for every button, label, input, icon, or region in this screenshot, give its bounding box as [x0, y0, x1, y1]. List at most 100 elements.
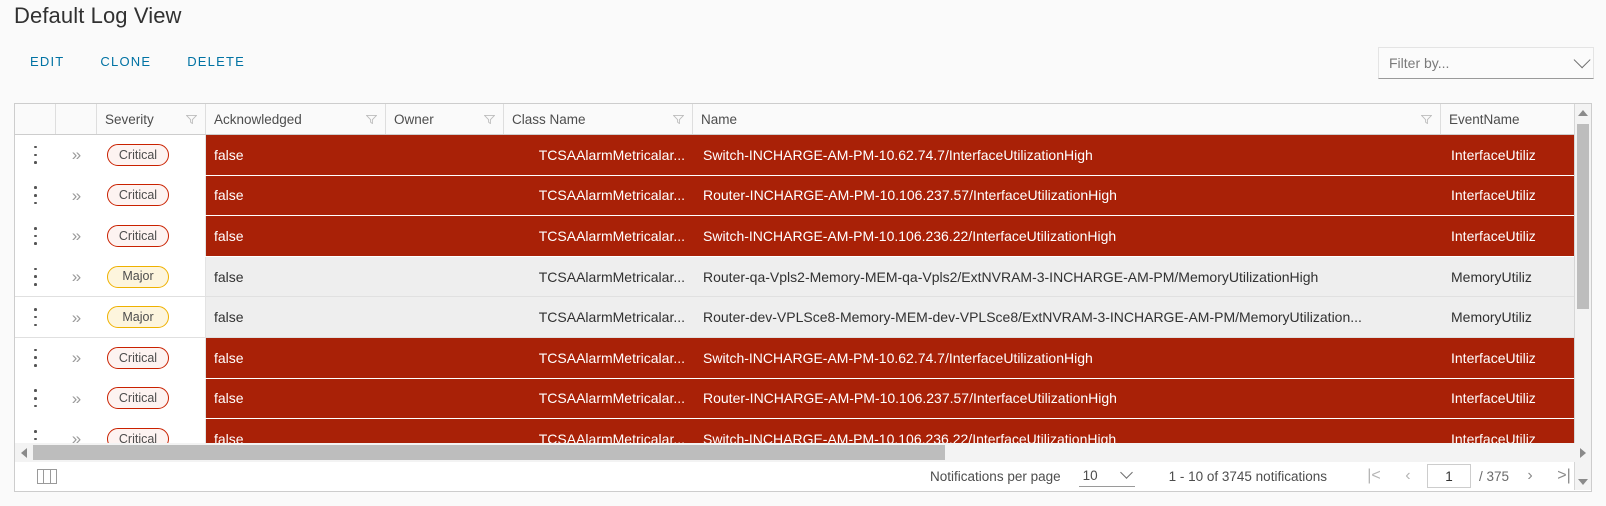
- table-row[interactable]: » Critical false TCSAAlarmMetricalar... Swit…: [15, 337, 1591, 379]
- kebab-menu-icon[interactable]: [29, 307, 43, 327]
- row-actions-cell: [15, 216, 56, 256]
- event-name-cell: InterfaceUtiliz: [1451, 390, 1536, 407]
- owner-cell: [386, 297, 504, 337]
- kebab-menu-icon[interactable]: [29, 226, 43, 246]
- name-cell: Switch-INCHARGE-AM-PM-10.62.74.7/Interfa…: [703, 349, 1093, 366]
- name-cell: Router-dev-VPLSce8-Memory-MEM-dev-VPLSce…: [703, 309, 1362, 326]
- column-header-event-name-label: EventName: [1449, 111, 1520, 127]
- range-text: 1 - 10 of 3745 notifications: [1168, 468, 1327, 484]
- owner-cell: [386, 379, 504, 419]
- column-header-acknowledged[interactable]: Acknowledged: [206, 104, 386, 134]
- severity-cell: Critical: [97, 175, 206, 216]
- chevron-down-icon: [1573, 51, 1591, 69]
- name-cell: Router-INCHARGE-AM-PM-10.106.237.57/Inte…: [703, 187, 1117, 204]
- column-header-severity-label: Severity: [105, 111, 154, 127]
- column-header-name-label: Name: [701, 111, 738, 127]
- row-actions-cell: [15, 337, 56, 378]
- event-name-cell: MemoryUtiliz: [1451, 268, 1532, 285]
- table-row[interactable]: » Critical false TCSAAlarmMetricalar... Rout…: [15, 175, 1591, 217]
- row-actions-cell: [15, 256, 56, 297]
- status-badge: Major: [107, 265, 169, 288]
- kebab-menu-icon[interactable]: [29, 348, 43, 368]
- table-horizontal-scrollbar[interactable]: [14, 443, 1592, 462]
- delete-button[interactable]: DELETE: [169, 48, 263, 75]
- owner-cell: [386, 135, 504, 175]
- scroll-right-icon[interactable]: [1574, 443, 1591, 462]
- severity-cell: Critical: [97, 135, 206, 175]
- column-header-event-name[interactable]: EventName: [1441, 104, 1581, 134]
- double-chevron-right-icon[interactable]: »: [72, 187, 81, 204]
- filter-by-dropdown[interactable]: Filter by...: [1378, 47, 1594, 79]
- status-badge: Critical: [107, 387, 169, 410]
- row-expand-cell: »: [56, 297, 97, 337]
- next-page-button[interactable]: ›: [1513, 463, 1547, 489]
- kebab-menu-icon[interactable]: [29, 145, 43, 165]
- table-vertical-scrollbar[interactable]: [1574, 104, 1591, 490]
- scroll-up-icon[interactable]: [1575, 104, 1591, 121]
- status-badge: Critical: [107, 224, 169, 247]
- table-row[interactable]: » Major false TCSAAlarmMetricalar... Router-…: [15, 297, 1591, 338]
- acknowledged-cell: false: [214, 349, 244, 366]
- acknowledged-cell: false: [214, 227, 244, 244]
- event-name-cell: InterfaceUtiliz: [1451, 227, 1536, 244]
- filter-icon[interactable]: [484, 114, 495, 124]
- clone-button[interactable]: CLONE: [82, 48, 169, 75]
- class-name-cell: TCSAAlarmMetricalar...: [538, 227, 685, 244]
- pagination-controls: Notifications per page 10 1 - 10 of 3745…: [930, 463, 1591, 489]
- class-name-cell: TCSAAlarmMetricalar...: [538, 349, 685, 366]
- scroll-down-icon[interactable]: [1575, 473, 1591, 490]
- double-chevron-right-icon[interactable]: »: [72, 349, 81, 366]
- per-page-value: 10: [1082, 468, 1098, 483]
- chevron-down-icon: [1119, 466, 1133, 479]
- filter-icon[interactable]: [186, 114, 197, 124]
- column-header-owner[interactable]: Owner: [386, 104, 504, 134]
- kebab-menu-icon[interactable]: [29, 185, 43, 205]
- acknowledged-cell: false: [214, 390, 244, 407]
- row-actions-cell: [15, 175, 56, 216]
- double-chevron-right-icon[interactable]: »: [72, 227, 81, 244]
- event-name-cell: MemoryUtiliz: [1451, 309, 1532, 326]
- event-name-cell: InterfaceUtiliz: [1451, 146, 1536, 163]
- current-page-input[interactable]: [1426, 464, 1471, 488]
- column-header-acknowledged-label: Acknowledged: [214, 111, 302, 127]
- row-expand-cell: »: [56, 256, 97, 297]
- double-chevron-right-icon[interactable]: »: [72, 390, 81, 407]
- kebab-menu-icon[interactable]: [29, 388, 43, 408]
- column-header-severity[interactable]: Severity: [97, 104, 206, 134]
- previous-page-button[interactable]: ‹: [1391, 463, 1425, 489]
- column-header-name[interactable]: Name: [693, 104, 1441, 134]
- row-expand-cell: »: [56, 378, 97, 419]
- row-expand-cell: »: [56, 135, 97, 175]
- column-header-class-name-label: Class Name: [512, 111, 586, 127]
- table-row[interactable]: » Critical false TCSAAlarmMetricalar... Swit…: [15, 216, 1591, 257]
- owner-cell: [386, 257, 504, 297]
- class-name-cell: TCSAAlarmMetricalar...: [538, 187, 685, 204]
- acknowledged-cell: false: [214, 146, 244, 163]
- acknowledged-cell: false: [214, 309, 244, 326]
- first-page-button[interactable]: |<: [1357, 463, 1391, 489]
- row-expand-cell: »: [56, 175, 97, 216]
- scroll-left-icon[interactable]: [15, 443, 32, 462]
- column-header-class-name[interactable]: Class Name: [504, 104, 693, 134]
- filter-icon[interactable]: [1421, 114, 1432, 124]
- filter-icon[interactable]: [673, 114, 684, 124]
- double-chevron-right-icon[interactable]: »: [72, 146, 81, 163]
- name-cell: Switch-INCHARGE-AM-PM-10.62.74.7/Interfa…: [703, 146, 1093, 163]
- table-row[interactable]: » Critical false TCSAAlarmMetricalar... Swit…: [15, 135, 1591, 176]
- kebab-menu-icon[interactable]: [29, 267, 43, 287]
- row-actions-cell: [15, 297, 56, 337]
- horizontal-scroll-thumb[interactable]: [33, 445, 945, 460]
- class-name-cell: TCSAAlarmMetricalar...: [538, 309, 685, 326]
- per-page-select[interactable]: 10: [1078, 465, 1135, 487]
- name-cell: Router-INCHARGE-AM-PM-10.106.237.57/Inte…: [703, 390, 1117, 407]
- columns-icon[interactable]: [37, 468, 57, 484]
- class-name-cell: TCSAAlarmMetricalar...: [538, 146, 685, 163]
- double-chevron-right-icon[interactable]: »: [72, 309, 81, 326]
- double-chevron-right-icon[interactable]: »: [72, 268, 81, 285]
- table-row[interactable]: » Major false TCSAAlarmMetricalar... Router-…: [15, 256, 1591, 298]
- edit-button[interactable]: EDIT: [14, 48, 82, 75]
- filter-icon[interactable]: [366, 114, 377, 124]
- table-row[interactable]: » Critical false TCSAAlarmMetricalar... Rout…: [15, 378, 1591, 420]
- vertical-scroll-thumb[interactable]: [1577, 124, 1589, 309]
- column-header-actions: [15, 104, 56, 134]
